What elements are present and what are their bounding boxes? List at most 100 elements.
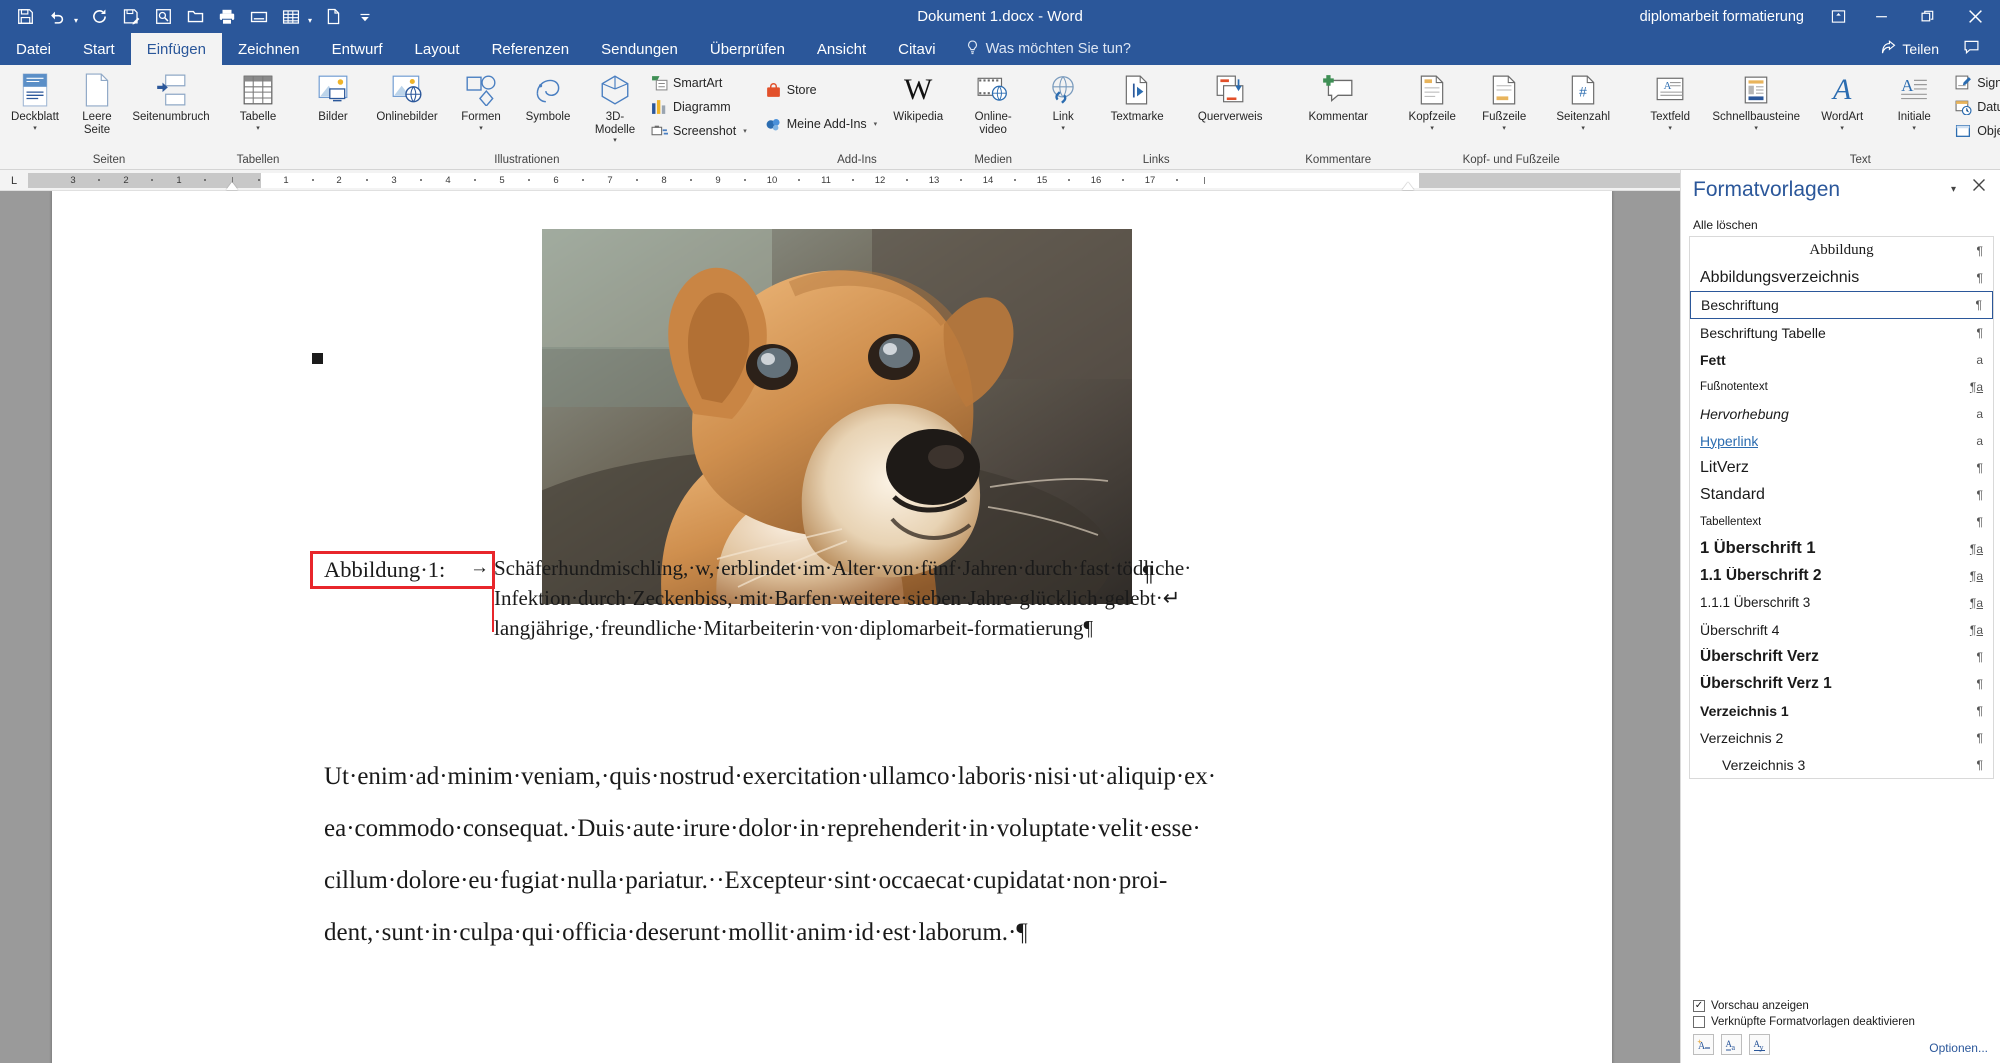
table-icon[interactable]	[276, 3, 306, 31]
body-paragraph[interactable]: Ut·enim·ad·minim·veniam,·quis·nostrud·ex…	[324, 751, 1454, 959]
button-fusszeile[interactable]: Fußzeile ▾	[1468, 69, 1540, 133]
style-item-hyperlink[interactable]: Hyperlink a	[1690, 427, 1993, 454]
tab-zeichnen[interactable]: Zeichnen	[222, 33, 316, 65]
button-symbole[interactable]: Symbole	[512, 69, 584, 124]
style-item-abbildung[interactable]: Abbildung ¶	[1690, 237, 1993, 264]
show-preview-checkbox-row[interactable]: ✓ Vorschau anzeigen	[1693, 1000, 1988, 1012]
customize-qat-icon[interactable]	[350, 3, 380, 31]
chevron-down-icon[interactable]: ▾	[479, 125, 483, 133]
close-button[interactable]	[1950, 0, 2000, 33]
style-item-ueberschrift-4[interactable]: Überschrift 4 ¶a	[1690, 616, 1993, 643]
style-item-litverz[interactable]: LitVerz ¶	[1690, 454, 1993, 481]
style-item-tabellentext[interactable]: Tabellentext ¶	[1690, 508, 1993, 535]
button-textmarke[interactable]: Textmarke	[1094, 69, 1180, 124]
account-name[interactable]: diplomarbeit formatierung	[1640, 9, 1804, 25]
style-item-fussnotentext[interactable]: Fußnotentext ¶a	[1690, 373, 1993, 400]
button-store[interactable]: Store	[760, 79, 882, 101]
chevron-down-icon[interactable]: ▾	[256, 125, 260, 133]
document-page[interactable]: ¶ Abbildung·1: → Schäferhundmischling,·w…	[52, 191, 1612, 1063]
button-onlinevideo[interactable]: Online- video	[962, 69, 1024, 136]
chevron-down-icon[interactable]: ▾	[33, 125, 37, 133]
style-item-ueberschrift-3[interactable]: 1.1.1 Überschrift 3 ¶a	[1690, 589, 1993, 616]
button-3d-modelle[interactable]: 3D- Modelle ▾	[584, 69, 646, 145]
open-icon[interactable]	[180, 3, 210, 31]
disable-linked-checkbox-row[interactable]: Verknüpfte Formatvorlagen deaktivieren	[1693, 1016, 1988, 1028]
button-signaturzeile[interactable]: Signaturzeile ▾	[1950, 72, 2000, 94]
chevron-down-icon[interactable]: ▾	[1430, 125, 1434, 133]
chevron-down-icon[interactable]: ▾	[1581, 125, 1585, 133]
quick-print-icon[interactable]	[212, 3, 242, 31]
style-item-abbildungsverzeichnis[interactable]: Abbildungsverzeichnis ¶	[1690, 264, 1993, 291]
print-preview-icon[interactable]	[148, 3, 178, 31]
close-icon[interactable]	[1972, 178, 1986, 197]
chevron-down-icon[interactable]: ▾	[1502, 125, 1506, 133]
tab-citavi[interactable]: Citavi	[882, 33, 952, 65]
footnote-icon[interactable]	[244, 3, 274, 31]
button-wordart[interactable]: A WordArt ▾	[1806, 69, 1878, 133]
tab-stop-selector[interactable]: L	[0, 170, 28, 191]
tab-ueberpruefen[interactable]: Überprüfen	[694, 33, 801, 65]
horizontal-ruler[interactable]: L 3 2 1 1 2 3 4 5 6 7 8 9 10 11 12 13 14…	[0, 170, 1680, 191]
style-item-ueberschrift-1[interactable]: 1 Überschrift 1 ¶a	[1690, 535, 1993, 562]
chevron-down-icon[interactable]: ▾	[1668, 125, 1672, 133]
show-preview-checkbox[interactable]: ✓	[1693, 1000, 1705, 1012]
style-item-ueberschrift-2[interactable]: 1.1 Überschrift 2 ¶a	[1690, 562, 1993, 589]
style-item-ueberschrift-verz[interactable]: Überschrift Verz ¶	[1690, 643, 1993, 670]
button-tabelle[interactable]: Tabelle ▾	[222, 69, 294, 133]
chevron-down-icon[interactable]: ▾	[1912, 125, 1916, 133]
button-screenshot[interactable]: Screenshot ▾	[646, 120, 752, 142]
button-initiale[interactable]: A Initiale ▾	[1878, 69, 1950, 133]
save-as-icon[interactable]	[116, 3, 146, 31]
restore-button[interactable]	[1904, 0, 1950, 33]
undo-dropdown-icon[interactable]: ▾	[70, 3, 82, 31]
chevron-down-icon[interactable]: ▾	[1061, 125, 1065, 133]
ribbon-display-options-icon[interactable]	[1818, 0, 1858, 33]
caption-text[interactable]: Schäferhundmischling,·w,·erblindet·im·Al…	[494, 553, 1414, 643]
style-item-verzeichnis-2[interactable]: Verzeichnis 2 ¶	[1690, 724, 1993, 751]
options-link[interactable]: Optionen...	[1929, 1041, 1988, 1055]
style-item-beschriftung[interactable]: Beschriftung ¶	[1690, 291, 1993, 319]
document-canvas[interactable]: ¶ Abbildung·1: → Schäferhundmischling,·w…	[0, 191, 1680, 1063]
tab-ansicht[interactable]: Ansicht	[801, 33, 882, 65]
button-datum-uhrzeit[interactable]: Datum und Uhrzeit	[1950, 96, 2000, 118]
button-link[interactable]: Link ▾	[1032, 69, 1094, 133]
style-inspector-icon[interactable]: Aa	[1721, 1034, 1742, 1055]
button-formen[interactable]: Formen ▾	[450, 69, 512, 133]
style-item-verzeichnis-1[interactable]: Verzeichnis 1 ¶	[1690, 697, 1993, 724]
redo-icon[interactable]	[84, 3, 114, 31]
tab-start[interactable]: Start	[67, 33, 131, 65]
button-querverweis[interactable]: Querverweis	[1180, 69, 1280, 124]
tab-sendungen[interactable]: Sendungen	[585, 33, 694, 65]
style-item-hervorhebung[interactable]: Hervorhebung a	[1690, 400, 1993, 427]
style-item-beschriftung-tabelle[interactable]: Beschriftung Tabelle ¶	[1690, 319, 1993, 346]
style-item-fett[interactable]: Fett a	[1690, 346, 1993, 373]
save-icon[interactable]	[10, 3, 40, 31]
tab-einfuegen[interactable]: Einfügen	[130, 33, 222, 65]
table-dropdown-icon[interactable]: ▾	[304, 3, 316, 31]
chevron-down-icon[interactable]: ▾	[743, 127, 747, 135]
button-bilder[interactable]: Bilder	[302, 69, 364, 124]
manage-styles-icon[interactable]: Ay	[1749, 1034, 1770, 1055]
disable-linked-checkbox[interactable]	[1693, 1016, 1705, 1028]
button-objekt[interactable]: Objekt ▾	[1950, 120, 2000, 142]
clear-all-button[interactable]: Alle löschen	[1681, 212, 2000, 236]
tab-layout[interactable]: Layout	[399, 33, 476, 65]
tell-me-box[interactable]: Was möchten Sie tun?	[952, 33, 1145, 65]
button-kommentar[interactable]: Kommentar	[1288, 69, 1388, 124]
tab-referenzen[interactable]: Referenzen	[476, 33, 586, 65]
new-style-icon[interactable]: A	[1693, 1034, 1714, 1055]
share-button[interactable]: Teilen	[1873, 40, 1947, 58]
button-wikipedia[interactable]: W Wikipedia	[882, 69, 954, 124]
button-meine-addins[interactable]: Meine Add-Ins ▾	[760, 113, 882, 135]
first-line-indent-marker[interactable]	[226, 182, 238, 190]
chevron-down-icon[interactable]: ▾	[613, 137, 617, 145]
comments-icon[interactable]	[1953, 39, 1990, 59]
button-leere-seite[interactable]: Leere Seite	[66, 69, 128, 136]
button-textfeld[interactable]: A Textfeld ▾	[1634, 69, 1706, 133]
chevron-down-icon[interactable]: ▾	[1754, 125, 1758, 133]
button-onlinebilder[interactable]: Onlinebilder	[364, 69, 450, 124]
button-diagramm[interactable]: Diagramm	[646, 96, 752, 118]
chevron-down-icon[interactable]: ▾	[1840, 125, 1844, 133]
chevron-down-icon[interactable]: ▾	[874, 120, 878, 128]
style-item-verzeichnis-3[interactable]: Verzeichnis 3 ¶	[1690, 751, 1993, 778]
